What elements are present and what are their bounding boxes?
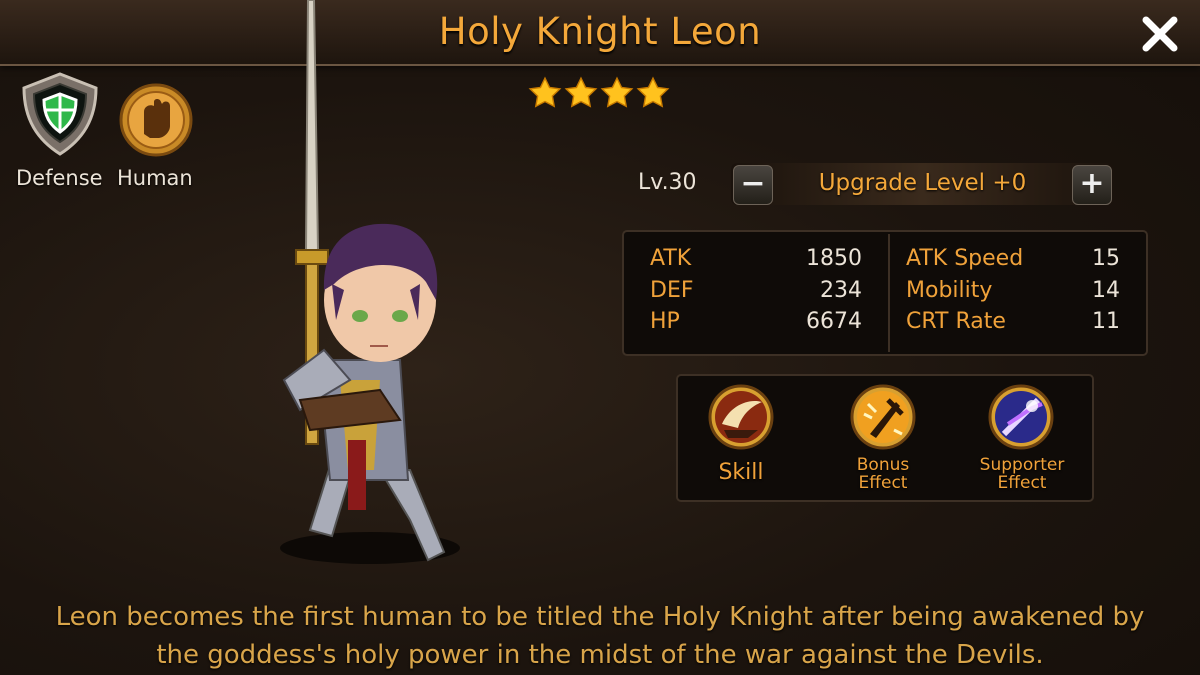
shield-icon[interactable] <box>16 70 104 158</box>
star-icon <box>564 76 598 108</box>
star-icon <box>600 76 634 108</box>
stat-value-atk: 1850 <box>806 246 862 271</box>
skill-slash-icon[interactable] <box>708 384 774 450</box>
stats-panel: ATK 1850 DEF 234 HP 6674 ATK Speed 15 Mo… <box>622 230 1148 356</box>
stat-name-def: DEF <box>650 278 694 303</box>
stat-name-atk: ATK <box>650 246 692 271</box>
hero-description: Leon becomes the first human to be title… <box>0 598 1200 674</box>
decrease-level-button[interactable]: − <box>733 165 773 205</box>
stats-divider <box>888 234 890 352</box>
stat-name-crt-rate: CRT Rate <box>906 309 1006 334</box>
close-icon[interactable] <box>1138 12 1182 56</box>
trait-label-human: Human <box>117 166 193 190</box>
stat-value-hp: 6674 <box>806 309 862 334</box>
stat-value-crt-rate: 11 <box>1092 309 1120 334</box>
stat-value-def: 234 <box>820 278 862 303</box>
stat-value-mobility: 14 <box>1092 278 1120 303</box>
rarity-stars <box>528 76 670 112</box>
stat-name-hp: HP <box>650 309 680 334</box>
level-label: Lv.30 <box>638 170 697 195</box>
stat-name-atk-speed: ATK Speed <box>906 246 1024 271</box>
supporter-effect-label-line2: Effect <box>997 473 1047 493</box>
fist-icon[interactable] <box>118 82 194 158</box>
supporter-effect-icon[interactable] <box>988 384 1054 450</box>
bonus-effect-icon[interactable] <box>850 384 916 450</box>
skills-panel: Skill Bonus Effect Supporter Effect <box>676 374 1094 502</box>
bonus-effect-label-line2: Effect <box>858 473 908 493</box>
supporter-effect-label-line1: Supporter <box>979 455 1065 475</box>
star-icon <box>528 76 562 108</box>
hero-character-image <box>280 0 460 564</box>
supporter-effect-label: Supporter Effect <box>964 456 1080 492</box>
stat-value-atk-speed: 15 <box>1092 246 1120 271</box>
description-line-1: Leon becomes the first human to be title… <box>55 602 1145 632</box>
trait-label-defense: Defense <box>16 166 103 190</box>
increase-level-button[interactable]: + <box>1072 165 1112 205</box>
star-icon <box>636 76 670 108</box>
hero-name-title: Holy Knight Leon <box>438 10 762 53</box>
skill-label: Skill <box>718 460 764 485</box>
upgrade-level-bar: − Upgrade Level +0 + <box>731 163 1114 205</box>
description-line-2: the goddess's holy power in the midst of… <box>156 640 1044 670</box>
upgrade-level-text: Upgrade Level +0 <box>818 170 1027 196</box>
bonus-effect-label-line1: Bonus <box>856 455 910 475</box>
stat-name-mobility: Mobility <box>906 278 993 303</box>
title-bar: Holy Knight Leon <box>0 0 1200 66</box>
bonus-effect-label: Bonus Effect <box>830 456 936 492</box>
